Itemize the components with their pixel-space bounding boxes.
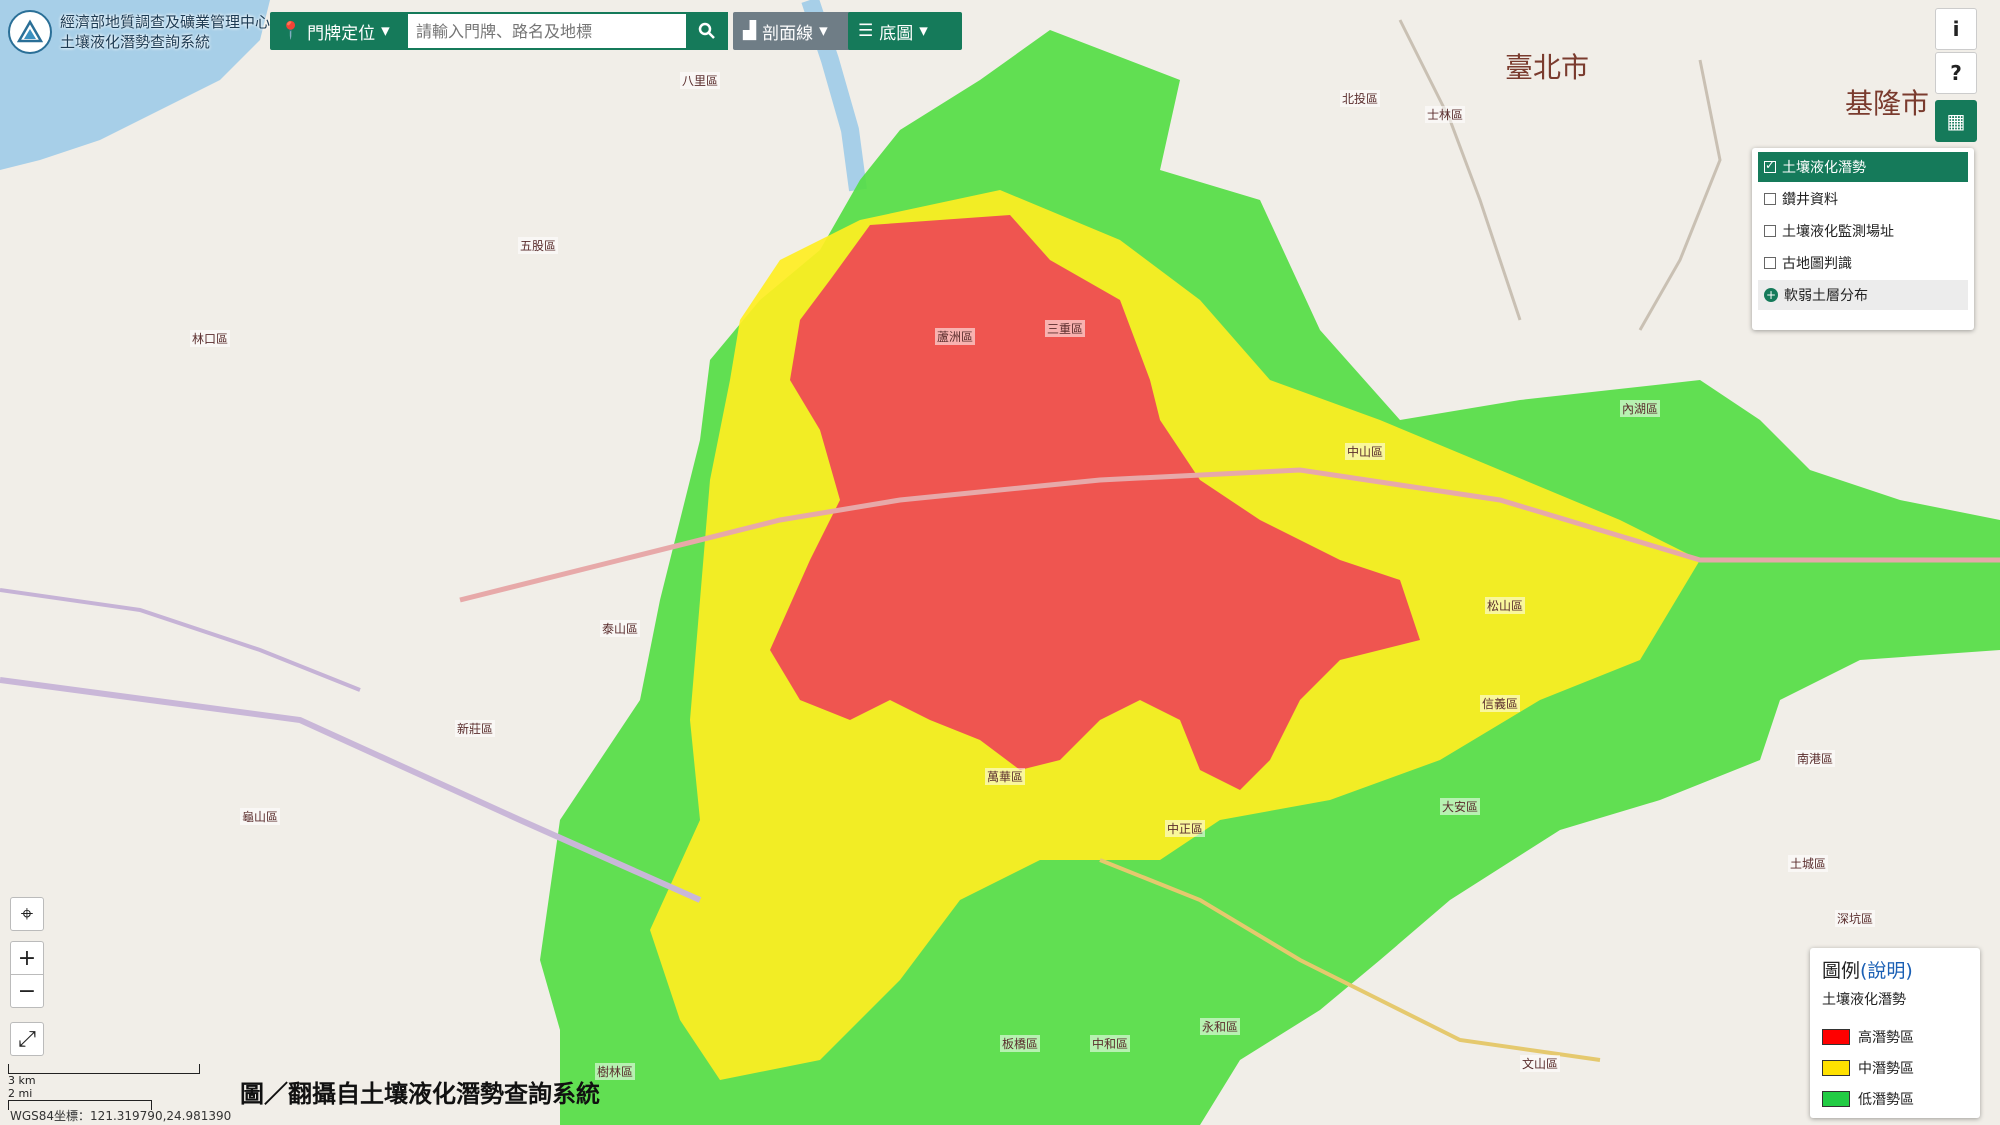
checkbox[interactable] [1764, 225, 1776, 237]
legend-subtitle: 土壤液化潛勢 [1822, 992, 1906, 1008]
locate-button[interactable]: 📍 門牌定位 ▾ [270, 12, 408, 50]
plus-icon[interactable]: + [1764, 288, 1778, 302]
district-label: 新莊區 [455, 720, 496, 737]
caret-down-icon: ▾ [819, 21, 828, 41]
profile-line-label: 剖面線 [762, 23, 814, 44]
layer-panel: 土壤液化潛勢 鑽井資料 土壤液化監測場址 古地圖判識 + 軟弱土層分布 [1752, 148, 1974, 330]
scale-bar: 3 km 2 mi [8, 1064, 200, 1110]
info-icon: i [1952, 17, 1960, 41]
agency-logo [8, 10, 52, 54]
brand: 經濟部地質調查及礦業管理中心 土壤液化潛勢查詢系統 [8, 10, 270, 54]
plus-icon: + [17, 945, 37, 971]
org-name: 經濟部地質調查及礦業管理中心 [60, 13, 271, 31]
layer-label: 土壤液化潛勢 [1782, 160, 1866, 176]
district-label: 永和區 [1200, 1018, 1241, 1035]
district-label: 內湖區 [1620, 400, 1661, 417]
legend-item-low: 低潛勢區 [1822, 1083, 1968, 1114]
district-label: 樹林區 [595, 1063, 636, 1080]
help-button[interactable]: ? [1935, 52, 1977, 94]
district-label: 五股區 [518, 237, 559, 254]
district-label: 板橋區 [1000, 1035, 1041, 1052]
area-chart-icon: ▟ [743, 21, 757, 41]
district-label: 龜山區 [240, 808, 281, 825]
district-label: 南港區 [1795, 750, 1836, 767]
swatch-yellow [1822, 1059, 1850, 1076]
layer-item-liquefaction[interactable]: 土壤液化潛勢 [1758, 152, 1968, 182]
district-label: 萬華區 [985, 768, 1026, 785]
legend-label: 高潛勢區 [1858, 1029, 1914, 1046]
district-label: 士林區 [1425, 106, 1466, 123]
zoom-in-button[interactable]: + [10, 941, 44, 974]
legend: 圖例(說明) 土壤液化潛勢 高潛勢區 中潛勢區 低潛勢區 [1810, 948, 1980, 1118]
map-canvas[interactable] [0, 0, 2000, 1125]
basemap-button[interactable]: ☰ 底圖 ▾ [848, 12, 962, 50]
checkbox[interactable] [1764, 158, 1776, 173]
district-label: 大安區 [1440, 798, 1481, 815]
district-label: 信義區 [1480, 695, 1521, 712]
district-label: 深坑區 [1835, 910, 1876, 927]
coordinate-readout: WGS84坐標：121.319790,24.981390 [10, 1109, 232, 1123]
checkbox[interactable] [1764, 193, 1776, 205]
locate-label: 門牌定位 [307, 23, 376, 44]
profile-line-button[interactable]: ▟ 剖面線 ▾ [733, 12, 857, 50]
legend-title: 圖例 [1822, 960, 1861, 982]
layer-toggle-button[interactable]: ▦ [1935, 100, 1977, 142]
city-label-keelung: 基隆市 [1845, 87, 1930, 120]
district-label: 中正區 [1165, 820, 1206, 837]
layer-item-soft-soil[interactable]: + 軟弱土層分布 [1758, 280, 1968, 310]
minus-icon: − [17, 978, 37, 1004]
zoom-out-button[interactable]: − [10, 974, 44, 1008]
district-label: 中和區 [1090, 1035, 1131, 1052]
swatch-green [1822, 1090, 1850, 1107]
layer-label: 軟弱土層分布 [1784, 288, 1868, 304]
layer-item-old-maps[interactable]: 古地圖判識 [1758, 248, 1968, 278]
address-search-input[interactable] [406, 12, 704, 50]
checkbox[interactable] [1764, 257, 1776, 269]
legend-label: 低潛勢區 [1858, 1091, 1914, 1108]
district-label: 林口區 [190, 330, 231, 347]
grid-icon: ▦ [1946, 109, 1966, 133]
district-label: 蘆洲區 [935, 328, 976, 345]
info-button[interactable]: i [1935, 8, 1977, 50]
layer-label: 土壤液化監測場址 [1782, 224, 1894, 240]
district-label: 八里區 [680, 72, 721, 89]
search-button[interactable] [686, 12, 728, 50]
map-pin-icon: 📍 [280, 21, 302, 41]
caret-down-icon: ▾ [381, 21, 390, 41]
layer-label: 鑽井資料 [1782, 192, 1838, 208]
caret-down-icon: ▾ [919, 21, 928, 41]
crosshair-icon: ⌖ [20, 901, 34, 927]
district-label: 土城區 [1788, 855, 1829, 872]
swatch-red [1822, 1028, 1850, 1045]
legend-item-medium: 中潛勢區 [1822, 1052, 1968, 1083]
layers-icon: ☰ [858, 21, 874, 41]
district-label: 三重區 [1045, 320, 1086, 337]
legend-label: 中潛勢區 [1858, 1060, 1914, 1077]
legend-help-link[interactable]: (說明) [1860, 960, 1913, 982]
city-label-taipei: 臺北市 [1505, 51, 1590, 84]
district-label: 北投區 [1340, 90, 1381, 107]
district-label: 中山區 [1345, 443, 1386, 460]
basemap-label: 底圖 [879, 23, 914, 44]
district-label: 泰山區 [600, 620, 641, 637]
scale-km: 3 km [8, 1074, 36, 1087]
scale-mi: 2 mi [8, 1087, 33, 1100]
expand-icon: ⤢ [18, 1026, 36, 1052]
district-label: 文山區 [1520, 1055, 1561, 1072]
fullscreen-button[interactable]: ⤢ [10, 1022, 44, 1056]
geolocate-button[interactable]: ⌖ [10, 897, 44, 931]
system-name: 土壤液化潛勢查詢系統 [60, 33, 211, 51]
layer-item-borehole[interactable]: 鑽井資料 [1758, 184, 1968, 214]
layer-item-monitoring-sites[interactable]: 土壤液化監測場址 [1758, 216, 1968, 246]
layer-label: 古地圖判識 [1782, 256, 1852, 272]
help-icon: ? [1950, 61, 1962, 85]
district-label: 松山區 [1485, 597, 1526, 614]
legend-item-high: 高潛勢區 [1822, 1021, 1968, 1052]
search-icon [698, 22, 715, 39]
image-caption: 圖／翻攝自土壤液化潛勢查詢系統 [240, 1080, 600, 1108]
